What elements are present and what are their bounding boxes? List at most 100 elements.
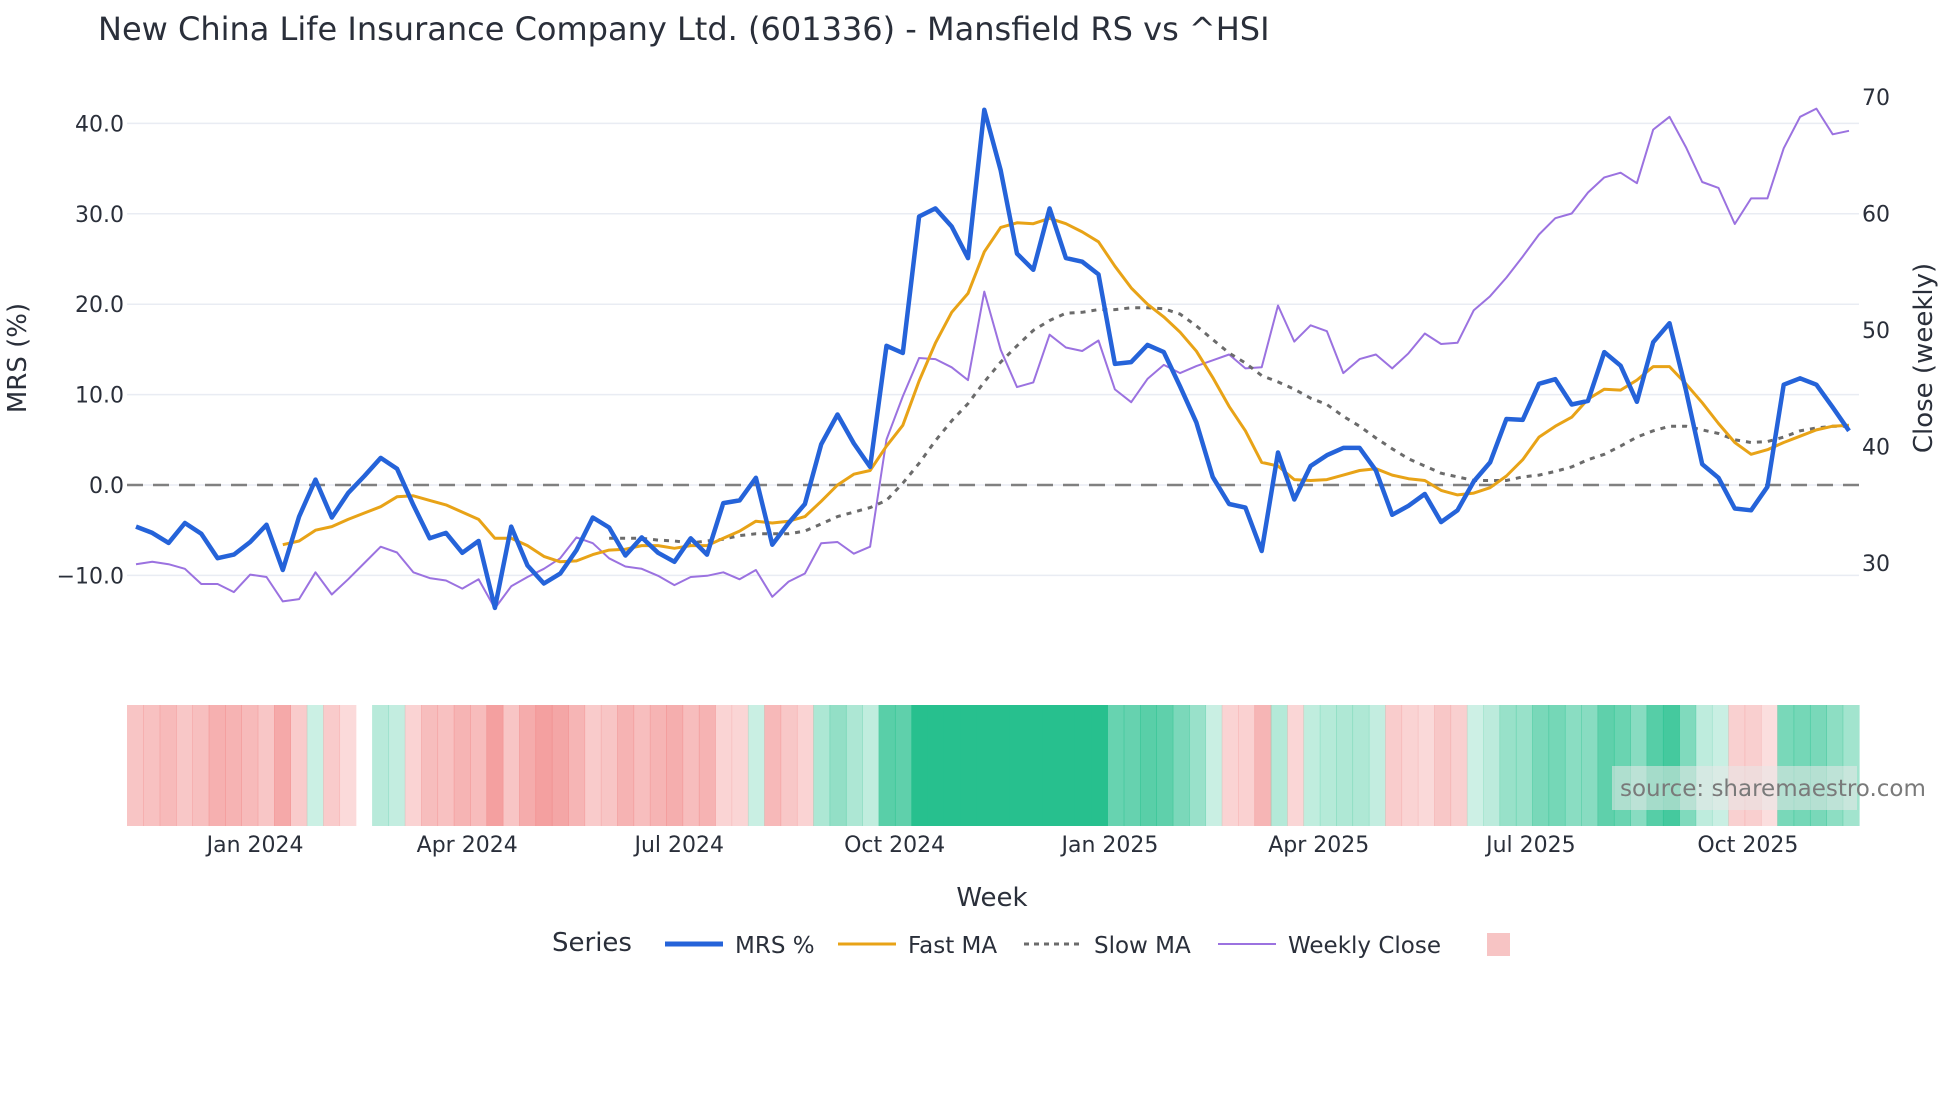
heatmap-strip [127, 705, 1860, 826]
heatmap-cell [388, 705, 406, 826]
legend-label-fast-ma: Fast MA [908, 933, 997, 959]
right-axis-ticks: 70 60 50 40 30 [1862, 86, 1890, 577]
heatmap-cell [323, 705, 341, 826]
heatmap-cell [1042, 705, 1059, 826]
heatmap-cell [176, 705, 193, 826]
heatmap-cell [372, 705, 390, 826]
heatmap-cell [143, 705, 161, 826]
heatmap-cell [960, 705, 978, 826]
heatmap-cell [1564, 705, 1582, 826]
heatmap-cell [813, 705, 831, 826]
heatmap-cell [1581, 705, 1599, 826]
x-tick-label: Oct 2024 [844, 833, 945, 858]
heatmap-cell [747, 705, 765, 826]
legend-label-mrs: MRS % [735, 933, 815, 959]
y2-tick-label: 30 [1862, 552, 1890, 577]
y-tick-label: −10.0 [57, 564, 124, 589]
x-tick-label: Jan 2024 [205, 833, 304, 858]
heatmap-cell [208, 705, 226, 826]
heatmap-cell [486, 705, 504, 826]
left-axis-ticks: 40.0 30.0 20.0 10.0 0.0 −10.0 [57, 112, 124, 589]
series-lines [127, 107, 1859, 611]
x-tick-label: Oct 2025 [1697, 833, 1798, 858]
heatmap-cell [225, 705, 242, 826]
heatmap-cell [1303, 705, 1321, 826]
heatmap-cell [862, 705, 880, 826]
heatmap-cell [1532, 705, 1550, 826]
heatmap-cell [290, 705, 308, 826]
heatmap-cell [1107, 705, 1125, 826]
heatmap-cell [1205, 705, 1223, 826]
mrs-line [135, 107, 1851, 611]
heatmap-cell [764, 705, 782, 826]
heatmap-cell [1548, 705, 1566, 826]
heatmap-cell [1450, 705, 1468, 826]
heatmap-cell [1483, 705, 1501, 826]
heatmap-cell [715, 705, 733, 826]
heatmap-cell [519, 705, 537, 826]
heatmap-cell [159, 705, 177, 826]
heatmap-cell [780, 705, 798, 826]
y2-tick-label: 40 [1862, 436, 1890, 461]
heatmap-cell [1025, 705, 1043, 826]
heatmap-cell [1287, 705, 1305, 826]
y2-tick-label: 50 [1862, 319, 1890, 344]
y-tick-label: 30.0 [75, 203, 124, 228]
heatmap-cell [421, 705, 439, 826]
heatmap-cell [568, 705, 586, 826]
legend-item-mrs[interactable]: MRS % [665, 933, 815, 959]
fast-ma-line [282, 216, 1850, 564]
heatmap-cell [1009, 705, 1027, 826]
heatmap-cell [1466, 705, 1484, 826]
x-tick-label: Jan 2025 [1060, 833, 1159, 858]
heatmap-cell [600, 705, 618, 826]
heatmap-cell [453, 705, 471, 826]
heatmap-cell [943, 705, 961, 826]
legend-label-weekly-close: Weekly Close [1288, 933, 1441, 959]
heatmap-cell [617, 705, 635, 826]
heatmap-cell [1254, 705, 1272, 826]
heatmap-cell [649, 705, 667, 826]
legend-item-fast-ma[interactable]: Fast MA [838, 933, 997, 959]
heatmap-cell [127, 705, 144, 826]
heatmap-cell [1270, 705, 1288, 826]
heatmap-cell [1352, 705, 1370, 826]
heatmap-cell [878, 705, 896, 826]
right-axis-label: Close (weekly) [1909, 263, 1939, 453]
heatmap-cell [1597, 705, 1615, 826]
heatmap-cell [1401, 705, 1419, 826]
heatmap-cell [976, 705, 994, 826]
legend-title: Series [552, 928, 632, 958]
heatmap-cell [1385, 705, 1403, 826]
heatmap-cell [682, 705, 700, 826]
heatmap-cell [796, 705, 814, 826]
heatmap-cell [927, 705, 945, 826]
heatmap-cell [1074, 705, 1092, 826]
y2-tick-label: 70 [1862, 86, 1890, 111]
legend-swatch-heatmap[interactable] [1487, 933, 1510, 956]
heatmap-cell [535, 705, 553, 826]
heatmap-cell [470, 705, 488, 826]
heatmap-cell [274, 705, 291, 826]
heatmap-cell [1417, 705, 1435, 826]
heatmap-cell [1123, 705, 1141, 826]
x-axis-ticks: Jan 2024 Apr 2024 Jul 2024 Oct 2024 Jan 2025… [205, 833, 1799, 858]
heatmap-cell [1156, 705, 1174, 826]
heatmap-cell [1368, 705, 1386, 826]
x-axis-label: Week [956, 883, 1027, 913]
heatmap-cell [306, 705, 324, 826]
heatmap-cell [829, 705, 847, 826]
chart-title: New China Life Insurance Company Ltd. (6… [98, 10, 1270, 48]
source-annotation: source: sharemaestro.com [1620, 776, 1926, 802]
x-tick-label: Apr 2024 [417, 833, 518, 858]
legend-item-slow-ma[interactable]: Slow MA [1024, 933, 1191, 959]
heatmap-cell [731, 705, 749, 826]
legend-label-slow-ma: Slow MA [1094, 933, 1191, 959]
slow-ma-line [609, 306, 1849, 545]
heatmap-cell [894, 705, 912, 826]
heatmap-cell [1515, 705, 1533, 826]
left-axis-label: MRS (%) [3, 303, 33, 413]
y2-tick-label: 60 [1862, 203, 1890, 228]
legend-item-weekly-close[interactable]: Weekly Close [1218, 933, 1441, 959]
heatmap-cell [584, 705, 602, 826]
